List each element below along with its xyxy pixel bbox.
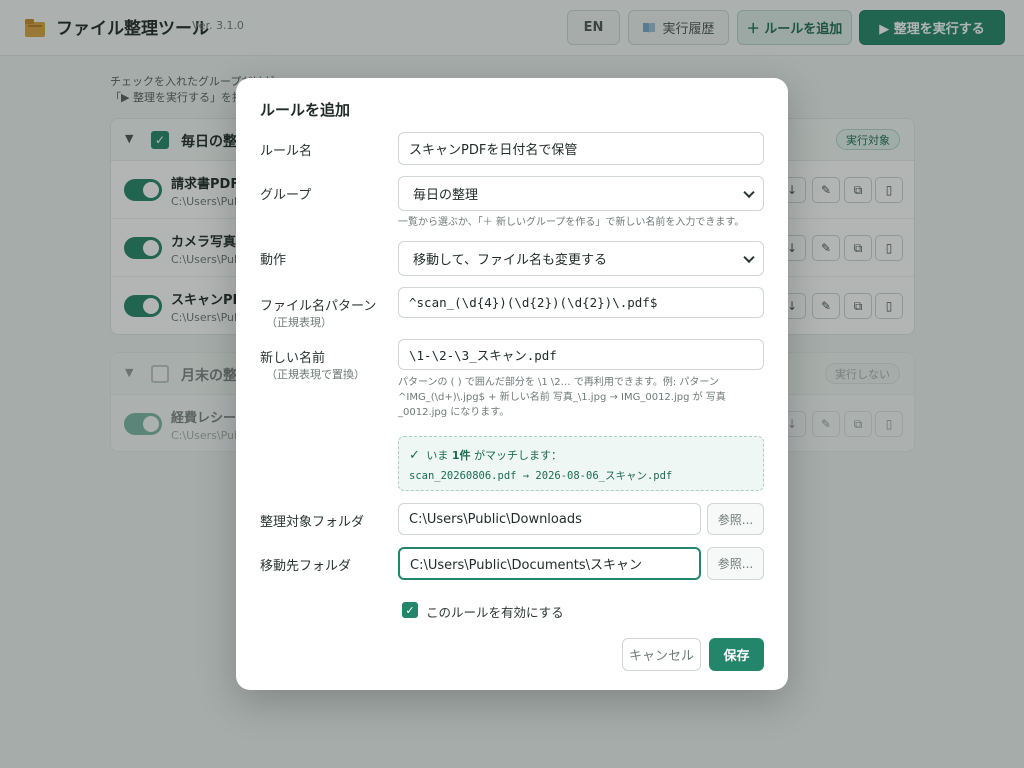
group-select[interactable]: 毎日の整理 (398, 176, 764, 211)
destination-browse-label: 参照... (717, 557, 754, 571)
chevron-down-icon (743, 186, 755, 198)
source-browse-label: 参照... (717, 512, 754, 527)
cancel-button-label: キャンセル (628, 649, 694, 664)
pattern-label: ファイル名パターン (260, 299, 377, 314)
match-prefix: いま (426, 449, 449, 462)
help-line-2: ^IMG_(\d+)\.jpg$ + 新しい名前 写真_\1.jpg → IMG… (398, 392, 726, 403)
match-count: 1件 (451, 449, 471, 462)
new-name-input[interactable]: \1-\2-\3_スキャン.pdf (398, 339, 764, 370)
group-help-text: 一覧から選ぶか、「＋ 新しいグループを作る」で新しい名前を入力できます。 (398, 217, 745, 228)
match-preview: ✓ いま 1件 がマッチします： scan_20260806.pdf → 202… (398, 436, 764, 491)
cancel-button[interactable]: キャンセル (622, 638, 701, 671)
source-browse-button[interactable]: 参照... (707, 503, 764, 535)
source-folder-value: C:\Users\Public\Downloads (409, 511, 582, 527)
new-name-sublabel: （正規表現で置換） (266, 368, 365, 381)
enable-rule-checkbox[interactable]: ✓ (402, 602, 418, 618)
save-button[interactable]: 保存 (709, 638, 764, 671)
rule-name-label: ルール名 (260, 144, 313, 159)
save-button-label: 保存 (723, 649, 750, 664)
add-rule-dialog: ルールを追加 ルール名 スキャンPDFを日付名で保管 グループ 毎日の整理 一覧… (236, 78, 788, 690)
match-example: scan_20260806.pdf → 2026-08-06_スキャン.pdf (409, 470, 673, 482)
pattern-input[interactable]: ^scan_(\d{4})(\d{2})(\d{2})\.pdf$ (398, 287, 764, 318)
new-name-label: 新しい名前 (260, 351, 326, 366)
chevron-down-icon (743, 251, 755, 263)
help-line-3: _0012.jpg になります。 (398, 407, 510, 418)
destination-folder-label: 移動先フォルダ (260, 559, 352, 574)
check-icon: ✓ (409, 448, 420, 463)
group-label: グループ (260, 188, 312, 203)
destination-folder-value: C:\Users\Public\Documents\スキャン (410, 558, 642, 573)
source-folder-input[interactable]: C:\Users\Public\Downloads (398, 503, 701, 535)
action-select-value: 移動して、ファイル名も変更する (413, 253, 607, 268)
new-name-help-text: パターンの ( ) で囲んだ部分を \1 \2… で再利用できます。例: パター… (398, 375, 764, 420)
match-suffix: がマッチします： (474, 449, 563, 462)
rule-name-input[interactable]: スキャンPDFを日付名で保管 (398, 132, 764, 165)
destination-browse-button[interactable]: 参照... (707, 547, 764, 580)
help-line-1: パターンの ( ) で囲んだ部分を \1 \2… で再利用できます。例: パター… (398, 377, 719, 388)
source-folder-label: 整理対象フォルダ (260, 515, 365, 530)
group-select-value: 毎日の整理 (413, 188, 479, 203)
match-summary: ✓ いま 1件 がマッチします： (409, 447, 562, 463)
dialog-title: ルールを追加 (260, 101, 351, 119)
enable-rule-label[interactable]: このルールを有効にする (426, 602, 564, 621)
new-name-value: \1-\2-\3_スキャン.pdf (409, 348, 557, 363)
rule-name-value: スキャンPDFを日付名で保管 (409, 143, 578, 158)
pattern-sublabel: （正規表現） (266, 316, 332, 329)
destination-folder-input[interactable]: C:\Users\Public\Documents\スキャン (398, 547, 701, 580)
action-label: 動作 (260, 253, 287, 268)
action-select[interactable]: 移動して、ファイル名も変更する (398, 241, 764, 276)
pattern-value: ^scan_(\d{4})(\d{2})(\d{2})\.pdf$ (409, 295, 658, 310)
